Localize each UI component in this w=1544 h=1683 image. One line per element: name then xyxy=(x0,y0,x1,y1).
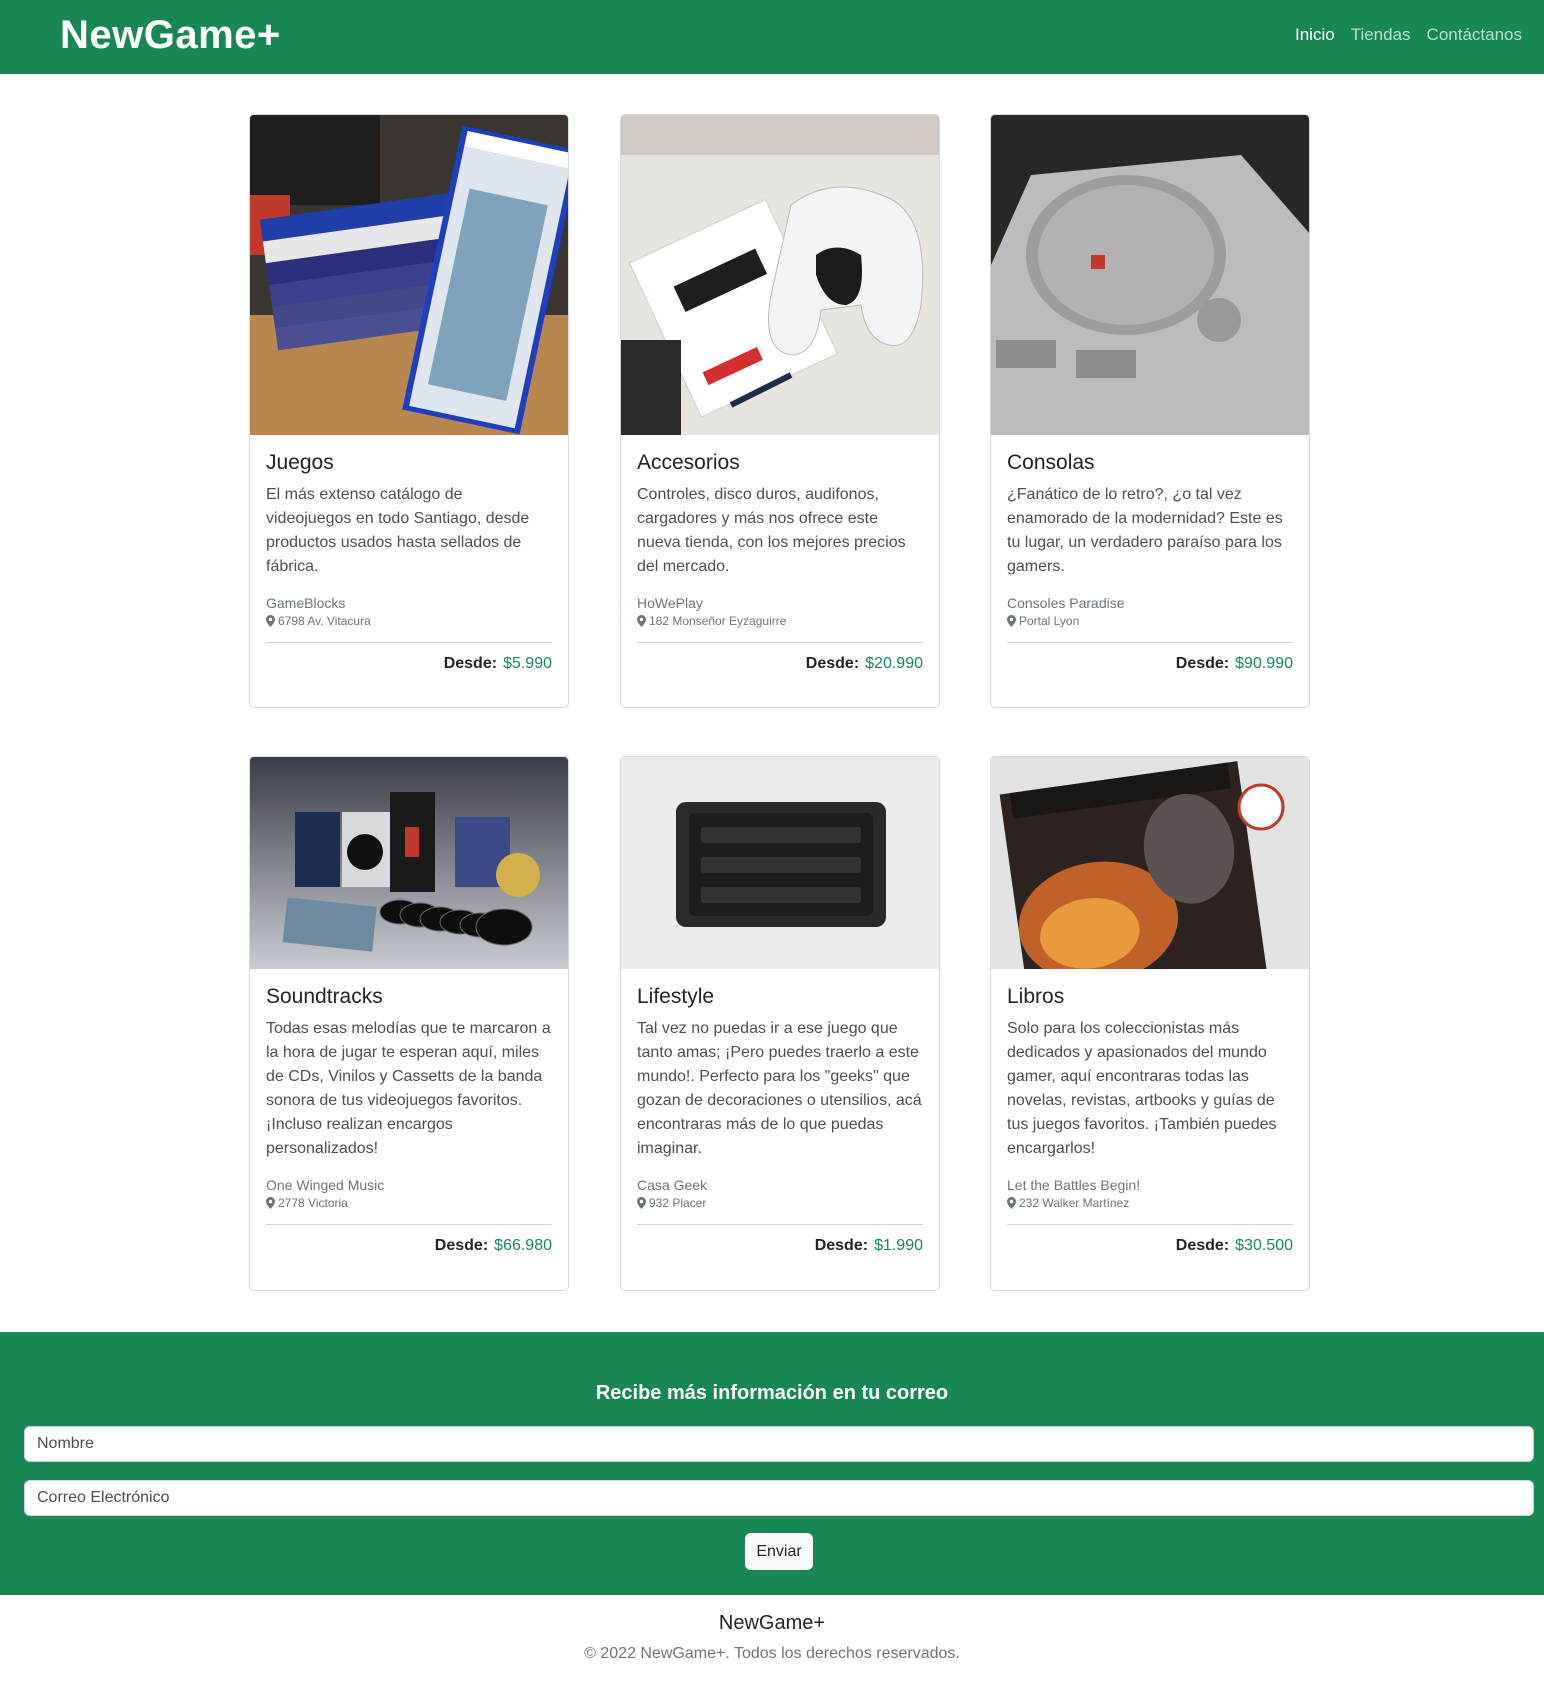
divider xyxy=(266,642,552,643)
store-address-text: Portal Lyon xyxy=(1019,614,1080,628)
email-input[interactable] xyxy=(24,1480,1534,1516)
store-name: Let the Battles Begin! xyxy=(1007,1177,1141,1193)
store-address-text: 2778 Victoria xyxy=(278,1196,348,1210)
footer-brand: NewGame+ xyxy=(718,1612,826,1634)
card-juegos: Juegos El más extenso catálogo de videoj… xyxy=(249,114,569,708)
name-input[interactable] xyxy=(24,1426,1534,1462)
price-row: Desde: $1.990 xyxy=(637,1237,923,1255)
price-label: Desde: xyxy=(434,1237,489,1254)
card-description: ¿Fanático de lo retro?, ¿o tal vez enamo… xyxy=(1007,486,1283,575)
footer-copyright: © 2022 NewGame+. Todos los derechos rese… xyxy=(584,1645,960,1662)
card-title: Accesorios xyxy=(637,451,740,474)
map-pin-icon xyxy=(1007,615,1016,627)
newsletter-title: Recibe más información en tu correo xyxy=(595,1382,949,1404)
divider xyxy=(637,1224,923,1225)
card-title: Lifestyle xyxy=(637,985,715,1008)
price-label: Desde: xyxy=(443,655,498,672)
store-address: 2778 Victoria xyxy=(266,1196,552,1210)
map-pin-icon xyxy=(637,615,646,627)
price-row: Desde: $20.990 xyxy=(637,655,923,673)
card-consolas: Consolas ¿Fanático de lo retro?, ¿o tal … xyxy=(990,114,1310,708)
store-address: Portal Lyon xyxy=(1007,614,1293,628)
nav-link-contactanos[interactable]: Contáctanos xyxy=(1427,25,1522,45)
price-row: Desde: $5.990 xyxy=(266,655,552,673)
brand-logo[interactable]: NewGame+ xyxy=(60,13,281,58)
store-address: 932 Placer xyxy=(637,1196,923,1210)
price-row: Desde: $30.500 xyxy=(1007,1237,1293,1255)
price-value: $5.990 xyxy=(503,655,552,672)
store-name: Consoles Paradise xyxy=(1007,595,1125,611)
store-name: One Winged Music xyxy=(266,1177,385,1193)
card-image-accessories xyxy=(621,115,939,435)
store-address-text: 932 Placer xyxy=(649,1196,707,1210)
card-image-soundtracks xyxy=(250,757,568,969)
store-address: 6798 Av. Vitacura xyxy=(266,614,552,628)
store-address-text: 6798 Av. Vitacura xyxy=(278,614,371,628)
card-libros: Libros Solo para los coleccionistas más … xyxy=(990,756,1310,1291)
price-value: $20.990 xyxy=(865,655,923,672)
divider xyxy=(1007,642,1293,643)
nav-links: Inicio Tiendas Contáctanos xyxy=(1295,25,1522,45)
price-label: Desde: xyxy=(814,1237,869,1254)
card-soundtracks: Soundtracks Todas esas melodías que te m… xyxy=(249,756,569,1291)
card-image-consoles xyxy=(991,115,1309,435)
card-description: Solo para los coleccionistas más dedicad… xyxy=(1007,1020,1277,1157)
card-description: Controles, disco duros, audifonos, carga… xyxy=(637,486,906,575)
card-title: Libros xyxy=(1007,985,1065,1008)
divider xyxy=(1007,1224,1293,1225)
card-description: El más extenso catálogo de videojuegos e… xyxy=(266,486,530,575)
price-label: Desde: xyxy=(805,655,860,672)
card-image-books xyxy=(991,757,1309,969)
card-title: Juegos xyxy=(266,451,334,474)
price-value: $1.990 xyxy=(874,1237,923,1254)
price-row: Desde: $90.990 xyxy=(1007,655,1293,673)
store-name: HoWePlay xyxy=(637,595,703,611)
nav-link-inicio[interactable]: Inicio xyxy=(1295,25,1335,45)
price-value: $66.980 xyxy=(494,1237,552,1254)
store-name: GameBlocks xyxy=(266,595,346,611)
card-image-games xyxy=(250,115,568,435)
store-name: Casa Geek xyxy=(637,1177,708,1193)
card-accesorios: Accesorios Controles, disco duros, audif… xyxy=(620,114,940,708)
card-title: Consolas xyxy=(1007,451,1095,474)
card-lifestyle: Lifestyle Tal vez no puedas ir a ese jue… xyxy=(620,756,940,1291)
map-pin-icon xyxy=(1007,1197,1016,1209)
map-pin-icon xyxy=(266,1197,275,1209)
store-address: 182 Monseñor Eyzaguirre xyxy=(637,614,923,628)
price-row: Desde: $66.980 xyxy=(266,1237,552,1255)
card-image-lifestyle xyxy=(621,757,939,969)
price-label: Desde: xyxy=(1175,1237,1230,1254)
nav-link-tiendas[interactable]: Tiendas xyxy=(1351,25,1411,45)
price-value: $30.500 xyxy=(1235,1237,1293,1254)
newsletter-section: Recibe más información en tu correo Envi… xyxy=(0,1332,1544,1595)
map-pin-icon xyxy=(637,1197,646,1209)
store-address: 232 Walker Martínez xyxy=(1007,1196,1293,1210)
store-address-text: 182 Monseñor Eyzaguirre xyxy=(649,614,787,628)
submit-button[interactable]: Enviar xyxy=(745,1533,813,1570)
divider xyxy=(266,1224,552,1225)
divider xyxy=(637,642,923,643)
card-title: Soundtracks xyxy=(266,985,383,1008)
card-description: Todas esas melodías que te marcaron a la… xyxy=(266,1020,551,1157)
card-description: Tal vez no puedas ir a ese juego que tan… xyxy=(637,1020,922,1157)
navbar: NewGame+ Inicio Tiendas Contáctanos xyxy=(0,0,1544,74)
price-label: Desde: xyxy=(1175,655,1230,672)
store-address-text: 232 Walker Martínez xyxy=(1019,1196,1130,1210)
map-pin-icon xyxy=(266,615,275,627)
price-value: $90.990 xyxy=(1235,655,1293,672)
